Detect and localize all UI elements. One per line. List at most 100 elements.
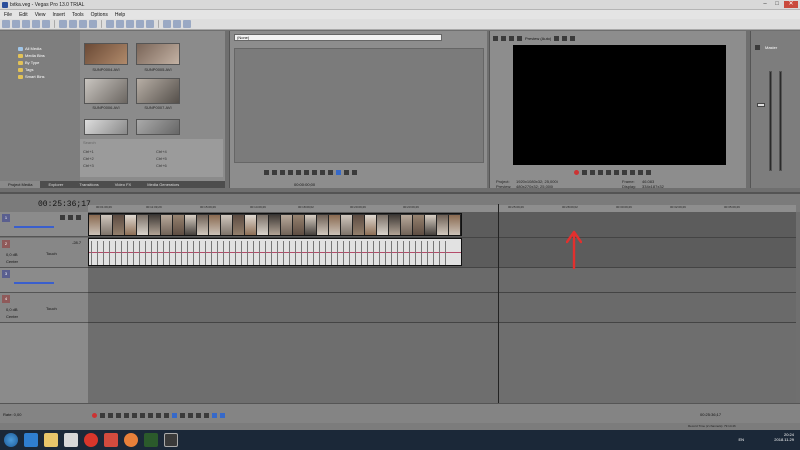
- previous-frame-icon[interactable]: [156, 413, 161, 418]
- play-from-start-icon[interactable]: [272, 170, 277, 175]
- preview-fx-icon[interactable]: [509, 35, 514, 41]
- vegas-pro-taskbar-icon[interactable]: [164, 433, 178, 447]
- record-icon[interactable]: [92, 413, 97, 418]
- loop-icon[interactable]: [264, 170, 269, 175]
- new-project-icon[interactable]: [2, 20, 10, 28]
- menu-help[interactable]: Help: [115, 12, 125, 18]
- snapping-icon[interactable]: [212, 413, 217, 418]
- go-to-end-icon[interactable]: [148, 413, 153, 418]
- media-thumbnail[interactable]: [84, 78, 128, 104]
- envelope-tool-icon[interactable]: [180, 413, 185, 418]
- next-frame-icon[interactable]: [164, 413, 169, 418]
- stop-icon[interactable]: [296, 170, 301, 175]
- automation-mode[interactable]: Touch: [46, 306, 57, 311]
- master-fader-handle[interactable]: [757, 103, 765, 107]
- tab-project-media[interactable]: Project Media: [0, 181, 41, 188]
- preview-quality-dropdown[interactable]: Preview (Auto): [525, 36, 551, 41]
- tree-item-tags[interactable]: Tags: [18, 67, 33, 72]
- menu-tools[interactable]: Tools: [72, 12, 84, 18]
- menu-view[interactable]: View: [35, 12, 46, 18]
- copy-snapshot-icon[interactable]: [562, 35, 568, 41]
- tree-item-smart-bins[interactable]: Smart Bins: [18, 74, 45, 79]
- envelope-tool-icon[interactable]: [173, 20, 181, 28]
- play-icon[interactable]: [598, 170, 603, 175]
- open-icon[interactable]: [12, 20, 20, 28]
- previous-frame-icon[interactable]: [638, 170, 643, 175]
- timeline-empty-area[interactable]: [88, 323, 796, 403]
- track-header-video[interactable]: 1: [0, 212, 88, 237]
- lock-envelopes-icon[interactable]: [146, 20, 154, 28]
- tab-explorer[interactable]: Explorer: [40, 181, 71, 188]
- go-to-end-icon[interactable]: [312, 170, 317, 175]
- search-field[interactable]: Search: [83, 140, 96, 145]
- media-thumbnail[interactable]: [84, 43, 128, 65]
- track-fx-icon[interactable]: [60, 215, 65, 220]
- redo-icon[interactable]: [116, 20, 124, 28]
- yandex-icon[interactable]: [104, 433, 118, 447]
- paste-icon[interactable]: [79, 20, 87, 28]
- go-to-start-icon[interactable]: [304, 170, 309, 175]
- loop-icon[interactable]: [100, 413, 105, 418]
- track-header-video[interactable]: 3: [0, 268, 88, 293]
- play-icon[interactable]: [280, 170, 285, 175]
- split-screen-icon[interactable]: [517, 35, 522, 41]
- media-player-icon[interactable]: [64, 433, 78, 447]
- go-to-start-icon[interactable]: [622, 170, 627, 175]
- split-icon[interactable]: [188, 413, 193, 418]
- next-frame-icon[interactable]: [646, 170, 651, 175]
- selection-tool-icon[interactable]: [183, 20, 191, 28]
- track-header-audio[interactable]: 4 0,0 dB Center Touch: [0, 293, 88, 323]
- close-button[interactable]: ✕: [784, 1, 798, 8]
- pause-icon[interactable]: [288, 170, 293, 175]
- media-thumbnail[interactable]: [136, 119, 180, 135]
- media-thumbnail[interactable]: [84, 119, 128, 135]
- mark-out-icon[interactable]: [352, 170, 357, 175]
- delete-icon[interactable]: [89, 20, 97, 28]
- maximize-button[interactable]: □: [772, 1, 782, 8]
- automation-mode[interactable]: Touch: [46, 251, 57, 256]
- level-slider[interactable]: [14, 226, 54, 228]
- timeline-cursor[interactable]: [498, 204, 499, 403]
- pause-icon[interactable]: [124, 413, 129, 418]
- stop-icon[interactable]: [132, 413, 137, 418]
- snapping-icon[interactable]: [126, 20, 134, 28]
- tree-item-by-type[interactable]: By Type: [18, 60, 39, 65]
- media-thumbnail[interactable]: [136, 78, 180, 104]
- tree-item-media-bins[interactable]: Media Bins: [18, 53, 45, 58]
- preview-properties-icon[interactable]: [493, 35, 498, 41]
- opera-icon[interactable]: [84, 433, 98, 447]
- mark-in-icon[interactable]: [344, 170, 349, 175]
- save-icon[interactable]: [22, 20, 30, 28]
- menu-file[interactable]: File: [4, 12, 12, 18]
- file-explorer-icon[interactable]: [44, 433, 58, 447]
- language-indicator[interactable]: EN: [738, 437, 744, 442]
- play-icon[interactable]: [116, 413, 121, 418]
- start-button-icon[interactable]: [4, 433, 18, 447]
- loop-icon[interactable]: [582, 170, 587, 175]
- record-icon[interactable]: [574, 170, 579, 175]
- save-snapshot-icon[interactable]: [570, 35, 576, 41]
- tab-video-fx[interactable]: Video FX: [107, 181, 139, 188]
- play-from-start-icon[interactable]: [590, 170, 595, 175]
- media-thumbnail[interactable]: [136, 43, 180, 65]
- firefox-icon[interactable]: [124, 433, 138, 447]
- cut-icon[interactable]: [59, 20, 67, 28]
- external-monitor-icon[interactable]: [501, 35, 506, 41]
- tab-media-generators[interactable]: Media Generators: [139, 181, 187, 188]
- audio-clip[interactable]: [88, 238, 462, 266]
- next-frame-icon[interactable]: [328, 170, 333, 175]
- copy-icon[interactable]: [69, 20, 77, 28]
- track-lane-audio[interactable]: [88, 293, 796, 323]
- minecraft-icon[interactable]: [144, 433, 158, 447]
- track-lane-video[interactable]: [88, 212, 796, 238]
- undo-icon[interactable]: [106, 20, 114, 28]
- trimmer-mode-icon[interactable]: [336, 170, 341, 175]
- master-properties-icon[interactable]: [755, 45, 760, 50]
- previous-frame-icon[interactable]: [320, 170, 325, 175]
- go-to-end-icon[interactable]: [630, 170, 635, 175]
- trim-start-icon[interactable]: [196, 413, 201, 418]
- track-lane-audio[interactable]: [88, 238, 796, 268]
- normal-edit-tool-icon[interactable]: [172, 413, 177, 418]
- internet-explorer-icon[interactable]: [24, 433, 38, 447]
- track-lane-video[interactable]: [88, 268, 796, 293]
